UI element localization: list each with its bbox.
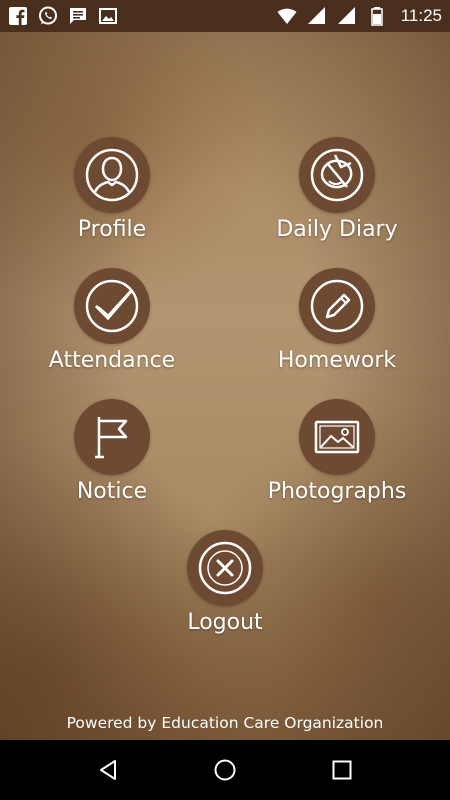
profile-icon-circle (74, 137, 150, 213)
logout-label: Logout (187, 610, 263, 635)
homework-label: Homework (277, 348, 397, 373)
profile-label: Profile (77, 217, 147, 242)
check-icon (85, 279, 139, 333)
logout-icon-circle (187, 530, 263, 606)
daily-diary-icon-circle (299, 137, 375, 213)
dashboard: Profile Daily Diary Attendance Homework … (0, 32, 450, 740)
recents-icon (332, 760, 352, 780)
photographs-label: Photographs (267, 479, 407, 504)
wifi-icon (277, 6, 297, 26)
photographs-icon-circle (299, 399, 375, 475)
daily-diary-label: Daily Diary (276, 217, 398, 242)
status-bar: 11:25 (0, 0, 450, 32)
facebook-icon (8, 6, 28, 26)
attendance-button[interactable]: Attendance (22, 268, 202, 378)
notice-button[interactable]: Notice (22, 399, 202, 509)
battery-icon (367, 6, 387, 26)
attendance-icon-circle (74, 268, 150, 344)
diary-icon (310, 148, 364, 202)
homework-icon-circle (299, 268, 375, 344)
flag-icon (95, 417, 128, 459)
user-icon (85, 148, 139, 202)
notice-label: Notice (76, 479, 148, 504)
signal-icon (337, 6, 357, 26)
pencil-icon (310, 279, 364, 333)
clock: 11:25 (400, 6, 442, 25)
attendance-label: Attendance (48, 348, 176, 373)
back-button[interactable] (88, 750, 128, 790)
system-icons: 11:25 (277, 6, 442, 26)
logout-button[interactable]: Logout (135, 530, 315, 640)
signal-icon (307, 6, 327, 26)
powered-by-footer: Powered by Education Care Organization (66, 714, 384, 732)
back-icon (100, 760, 117, 780)
profile-button[interactable]: Profile (22, 137, 202, 247)
message-icon (68, 6, 88, 26)
photo-icon (314, 420, 360, 454)
recents-button[interactable] (322, 750, 362, 790)
home-icon (214, 759, 236, 781)
daily-diary-button[interactable]: Daily Diary (247, 137, 427, 247)
image-icon (98, 6, 118, 26)
whatsapp-icon (38, 6, 58, 26)
navigation-bar (0, 740, 450, 800)
home-button[interactable] (205, 750, 245, 790)
homework-button[interactable]: Homework (247, 268, 427, 378)
notice-icon-circle (74, 399, 150, 475)
photographs-button[interactable]: Photographs (247, 399, 427, 509)
notification-icons (8, 6, 118, 26)
close-icon (198, 541, 252, 595)
